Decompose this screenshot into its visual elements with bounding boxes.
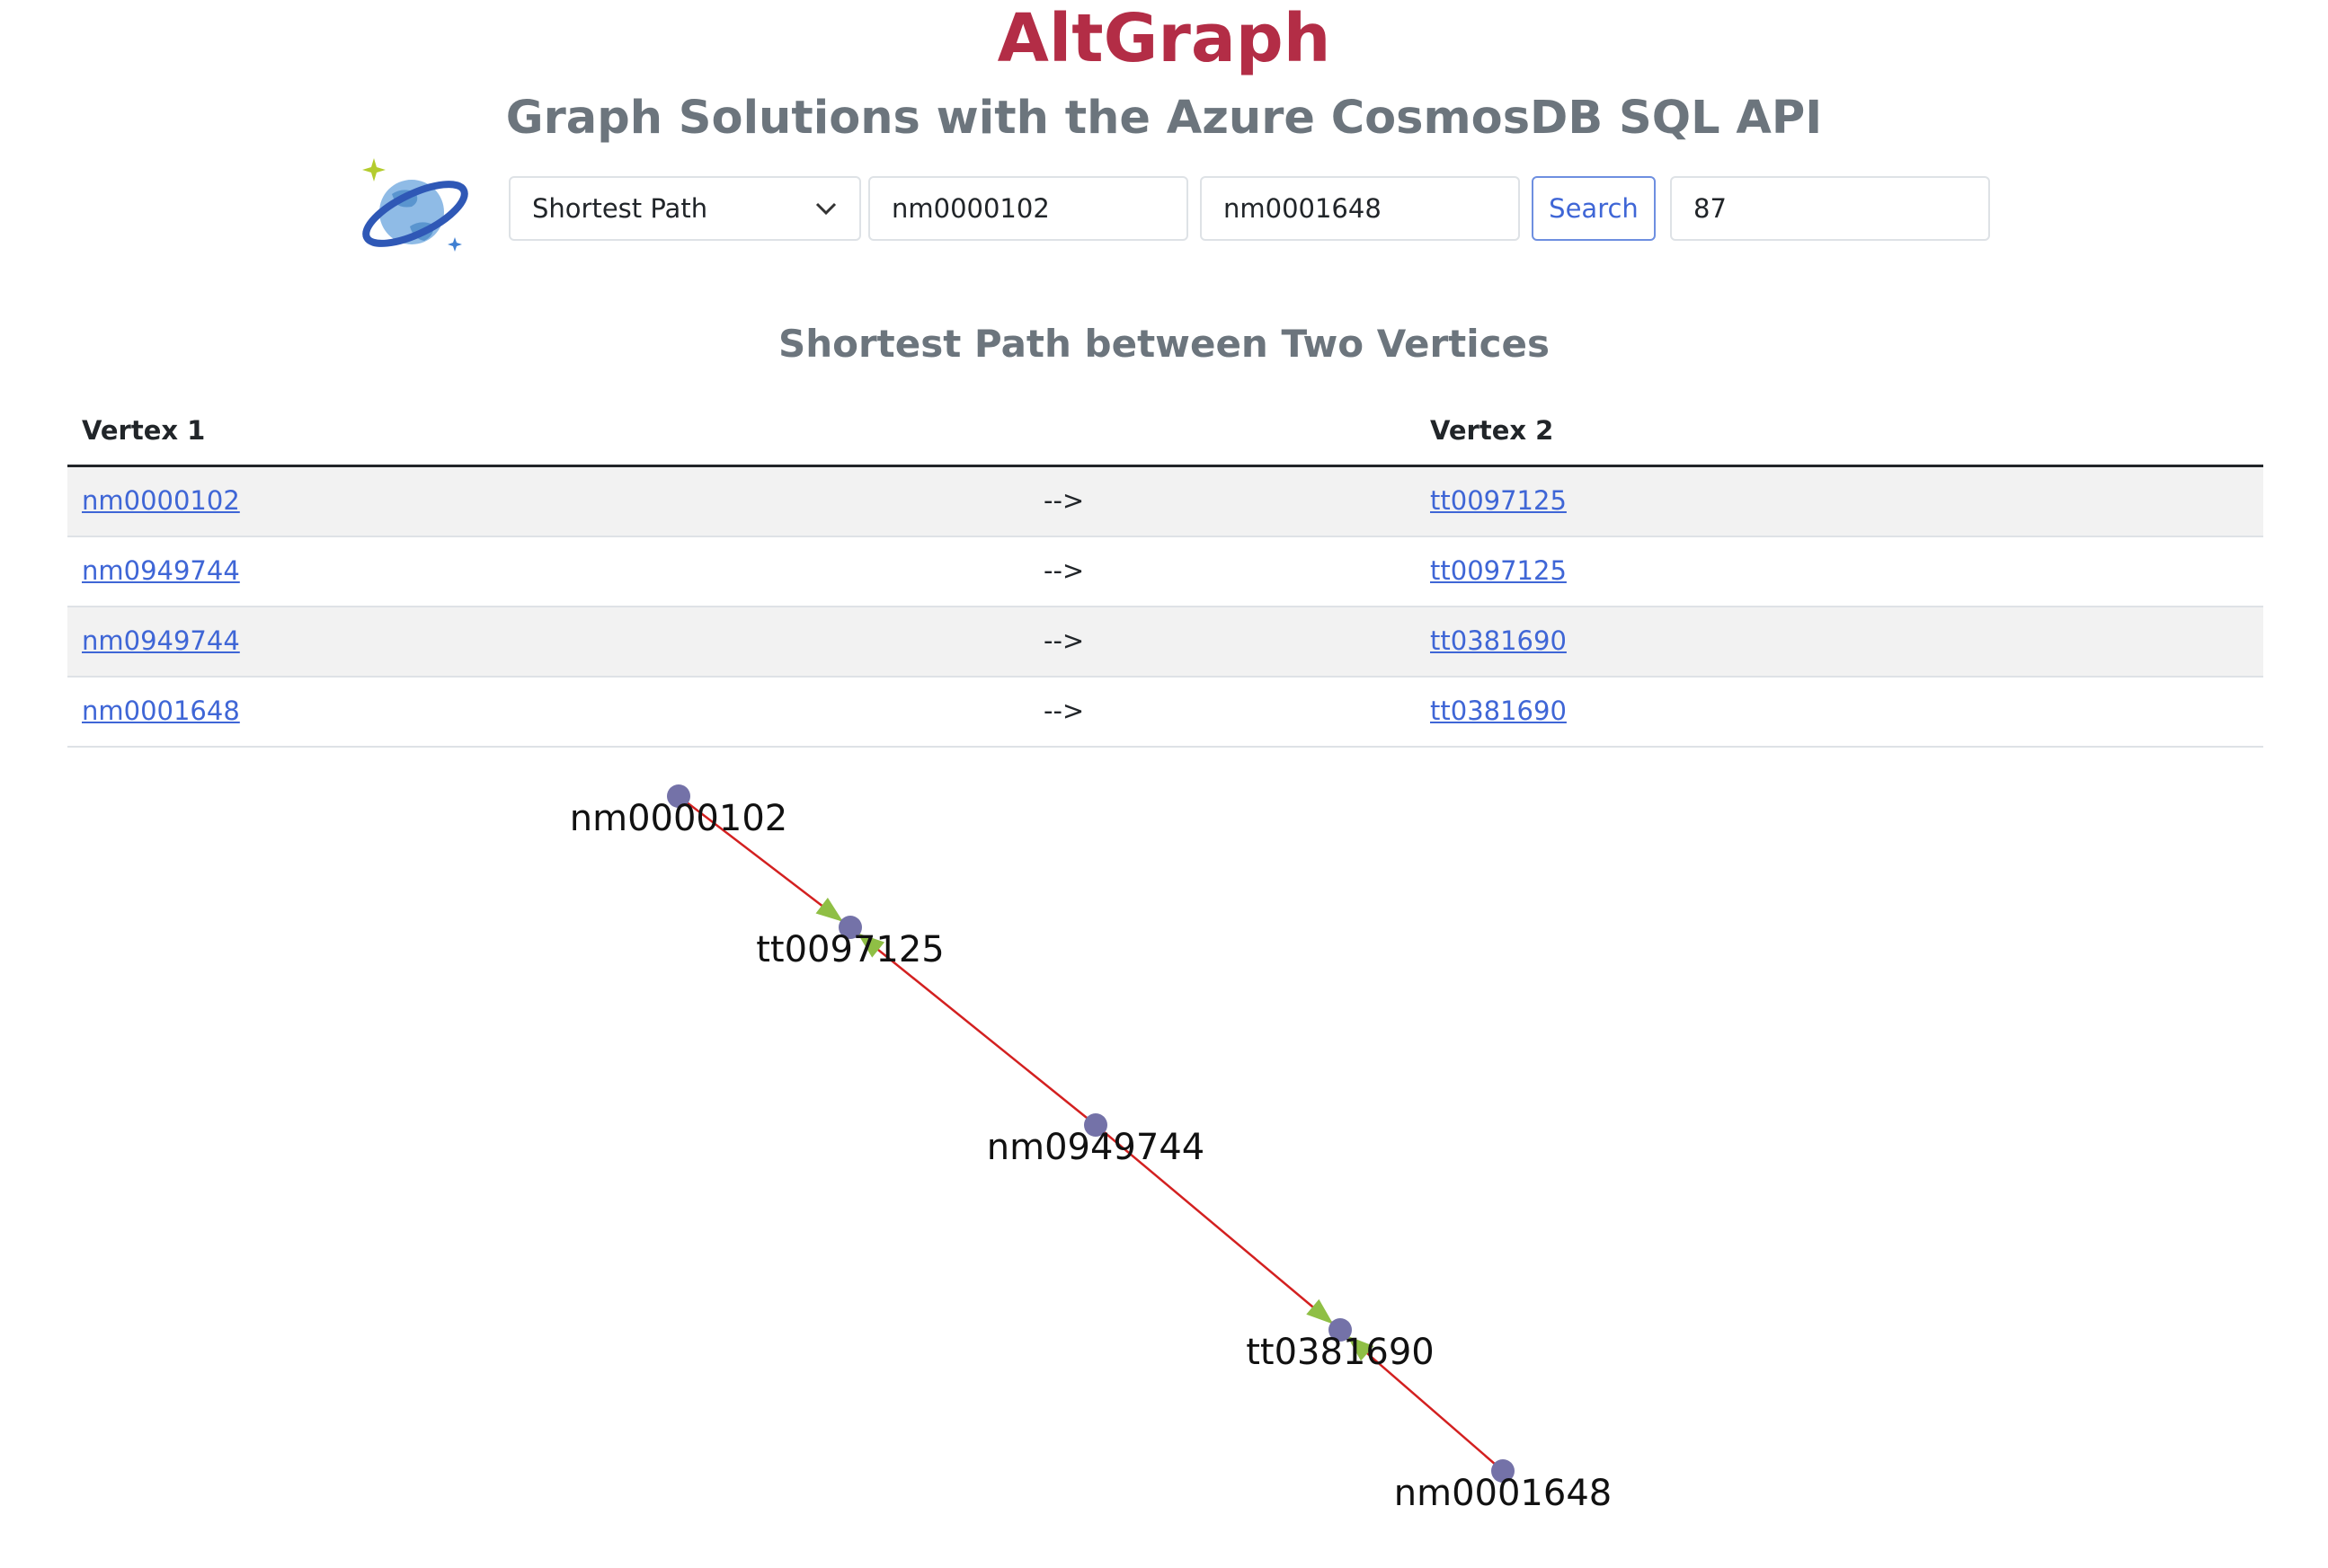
vertex2-link[interactable]: tt0381690 (1430, 625, 1567, 656)
vertex1-input[interactable]: nm0000102 (868, 176, 1188, 241)
results-title: Shortest Path between Two Vertices (777, 322, 1551, 366)
vertex2-link[interactable]: tt0097125 (1430, 555, 1567, 586)
path-table: Vertex 1 Vertex 2 nm0000102 --> tt009712… (67, 395, 2263, 748)
graph-node-label: nm0000102 (570, 798, 787, 839)
edge-arrow-text: --> (1044, 485, 1085, 516)
table-row: nm0000102 --> tt0097125 (67, 467, 2263, 537)
search-button[interactable]: Search (1532, 176, 1656, 241)
graph-node-label: nm0949744 (987, 1127, 1204, 1168)
vertex1-value: nm0000102 (892, 193, 1050, 224)
extra-input[interactable]: 87 (1670, 176, 1990, 241)
vertex2-link[interactable]: tt0381690 (1430, 695, 1567, 726)
extra-value: 87 (1693, 193, 1727, 224)
vertex1-link[interactable]: nm0001648 (82, 695, 240, 726)
table-row: nm0949744 --> tt0381690 (67, 607, 2263, 678)
query-type-value: Shortest Path (532, 193, 708, 224)
edge-arrow-text: --> (1044, 555, 1085, 586)
graph-node-label: tt0381690 (1246, 1332, 1435, 1373)
chevron-down-icon (815, 202, 837, 216)
edge-arrow-text: --> (1044, 625, 1085, 656)
graph-node-label: nm0001648 (1394, 1473, 1612, 1514)
query-type-select[interactable]: Shortest Path (509, 176, 861, 241)
vertex2-input[interactable]: nm0001648 (1200, 176, 1520, 241)
column-header-vertex2: Vertex 2 (1430, 415, 1554, 446)
table-row: nm0001648 --> tt0381690 (67, 678, 2263, 748)
graph-arrowhead (815, 897, 844, 922)
graph-arrowhead (1306, 1298, 1334, 1324)
path-graph: nm0000102 tt0097125 nm0949744 tt0381690 nm00… (570, 784, 1612, 1514)
table-row: nm0949744 --> tt0097125 (67, 537, 2263, 607)
graph-node-label: tt0097125 (756, 929, 945, 970)
edge-arrow-text: --> (1044, 695, 1085, 726)
column-header-vertex1: Vertex 1 (82, 415, 206, 446)
cosmosdb-logo-icon (362, 158, 468, 252)
vertex1-link[interactable]: nm0949744 (82, 625, 240, 656)
app-subtitle: Graph Solutions with the Azure CosmosDB … (505, 92, 1823, 145)
table-header: Vertex 1 Vertex 2 (67, 395, 2263, 467)
vertex2-link[interactable]: tt0097125 (1430, 485, 1567, 516)
vertex1-link[interactable]: nm0949744 (82, 555, 240, 586)
vertex1-link[interactable]: nm0000102 (82, 485, 240, 516)
app-title: AltGraph (997, 0, 1331, 77)
vertex2-value: nm0001648 (1223, 193, 1382, 224)
